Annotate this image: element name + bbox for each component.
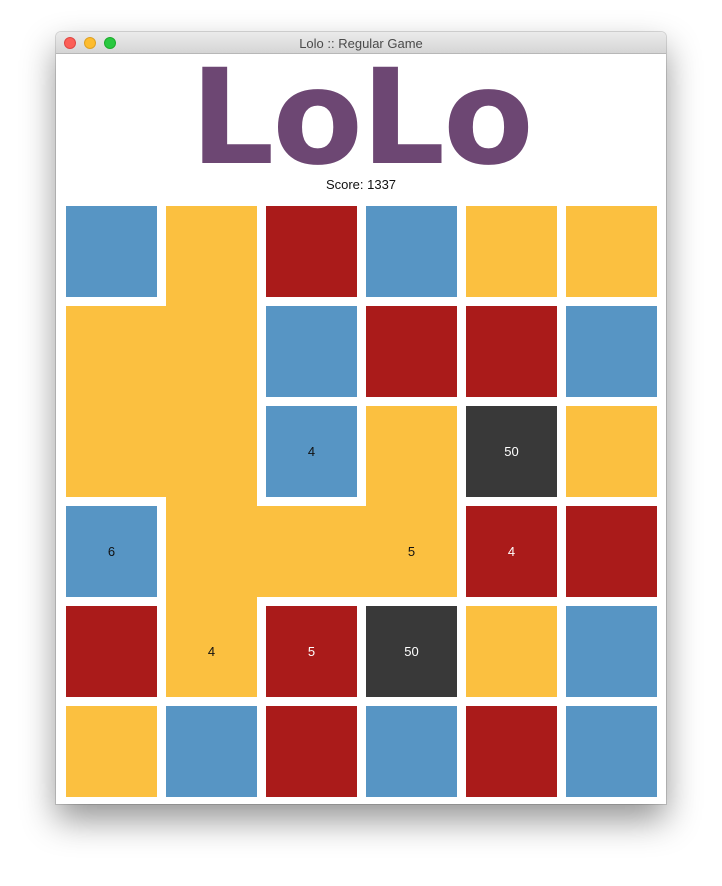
score-display: Score: 1337 xyxy=(325,177,397,192)
group-connector xyxy=(157,306,166,397)
tile-r3-c1[interactable] xyxy=(66,406,157,497)
tile-r6-c2[interactable] xyxy=(166,706,257,797)
tile-r3-c4[interactable] xyxy=(366,406,457,497)
tile-r6-c3[interactable] xyxy=(266,706,357,797)
group-connector xyxy=(257,506,266,597)
tile-r5-c5[interactable] xyxy=(466,606,557,697)
tile-r4-c6[interactable] xyxy=(566,506,657,597)
tile-r2-c3[interactable] xyxy=(266,306,357,397)
tile-r1-c3[interactable] xyxy=(266,206,357,297)
tile-r6-c5[interactable] xyxy=(466,706,557,797)
tile-r5-c4[interactable]: 50 xyxy=(366,606,457,697)
tile-r3-c2[interactable] xyxy=(166,406,257,497)
group-connector xyxy=(357,506,366,597)
tile-r5-c1[interactable] xyxy=(66,606,157,697)
tile-r1-c6[interactable] xyxy=(566,206,657,297)
tile-r2-c5[interactable] xyxy=(466,306,557,397)
tile-r2-c6[interactable] xyxy=(566,306,657,397)
tile-r6-c4[interactable] xyxy=(366,706,457,797)
tile-r5-c3[interactable]: 5 xyxy=(266,606,357,697)
game-window: Lolo :: Regular Game LoLo Score: 1337 45… xyxy=(56,32,666,804)
tile-r4-c5[interactable]: 4 xyxy=(466,506,557,597)
tile-r1-c4[interactable] xyxy=(366,206,457,297)
tile-r5-c6[interactable] xyxy=(566,606,657,697)
group-connector xyxy=(157,406,166,497)
tile-r1-c1[interactable] xyxy=(66,206,157,297)
tile-r3-c5[interactable]: 50 xyxy=(466,406,557,497)
tile-r2-c1[interactable] xyxy=(66,306,157,397)
tile-r2-c2[interactable] xyxy=(166,306,257,397)
tile-r4-c2[interactable] xyxy=(166,506,257,597)
group-connector xyxy=(166,597,257,606)
group-connector xyxy=(166,497,257,506)
group-connector xyxy=(166,297,257,306)
tile-r4-c4[interactable]: 5 xyxy=(366,506,457,597)
game-logo: LoLo xyxy=(190,41,534,195)
tile-r4-c3[interactable] xyxy=(266,506,357,597)
tile-r6-c6[interactable] xyxy=(566,706,657,797)
group-connector xyxy=(366,497,457,506)
tile-r2-c4[interactable] xyxy=(366,306,457,397)
tile-r1-c2[interactable] xyxy=(166,206,257,297)
game-board: 4 50 6 5 4 4 5 50 xyxy=(66,206,657,797)
tile-r5-c2[interactable]: 4 xyxy=(166,606,257,697)
tile-r4-c1[interactable]: 6 xyxy=(66,506,157,597)
tile-r6-c1[interactable] xyxy=(66,706,157,797)
tile-r3-c6[interactable] xyxy=(566,406,657,497)
tile-r1-c5[interactable] xyxy=(466,206,557,297)
tile-r3-c3[interactable]: 4 xyxy=(266,406,357,497)
group-connector xyxy=(66,397,157,406)
group-connector xyxy=(166,397,257,406)
group-connector-corner xyxy=(157,397,166,406)
